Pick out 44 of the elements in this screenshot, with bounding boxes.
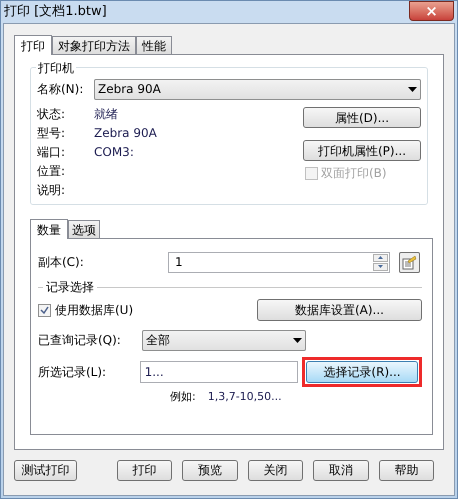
database-settings-button[interactable]: 数据库设置(A)...: [257, 299, 422, 321]
section-heading: 记录选择: [45, 279, 95, 296]
field-value: COM3:: [94, 144, 134, 160]
checkbox-label: 使用数据库(U): [55, 302, 134, 319]
field-label: 位置:: [37, 162, 66, 180]
example-value: 1,3,7-10,50...: [208, 388, 282, 405]
checkbox-label: 双面打印(B): [321, 165, 387, 182]
property-button[interactable]: 属性(D)...: [303, 107, 421, 128]
selected-records-field[interactable]: 1...: [140, 361, 298, 383]
tab[interactable]: 数量: [30, 219, 68, 239]
example-label: 例如:: [170, 388, 196, 405]
dialog-button[interactable]: 预览: [182, 460, 238, 480]
group-title: 打印机: [36, 59, 76, 77]
field-label: 端口:: [37, 144, 66, 160]
field-label: 已查询记录(Q):: [38, 332, 122, 349]
copies-field[interactable]: 1: [168, 252, 390, 272]
queried-records-select[interactable]: 全部: [142, 330, 306, 350]
field-label: 名称(N):: [37, 81, 84, 98]
property-button[interactable]: 打印机属性(P)...: [303, 140, 421, 161]
dialog-button[interactable]: 关闭: [248, 460, 304, 480]
dialog-button[interactable]: 取消: [313, 460, 369, 480]
select-records-button[interactable]: 选择记录(R)...: [306, 361, 418, 383]
database-checkbox[interactable]: [38, 304, 51, 316]
form-icon[interactable]: [399, 252, 420, 272]
dropdown-caret-icon: [293, 338, 302, 342]
window-title: 打印 [文档1.btw]: [3, 3, 107, 22]
field-label: 副本(C):: [38, 254, 85, 271]
field-value: 就绪: [94, 106, 118, 122]
tab[interactable]: 打印: [14, 35, 52, 55]
dialog-button[interactable]: 打印: [117, 460, 172, 480]
field-label: 说明:: [37, 182, 66, 198]
field-label: 型号:: [37, 124, 66, 142]
spin-up-icon[interactable]: [373, 254, 388, 262]
tab[interactable]: 对象打印方法: [52, 36, 136, 54]
dialog-button[interactable]: 帮助: [378, 460, 434, 480]
tab[interactable]: 选项: [68, 220, 100, 238]
printer-select[interactable]: Zebra 90A: [94, 78, 421, 100]
field-label: 所选记录(L):: [38, 364, 108, 381]
dropdown-caret-icon: [408, 86, 417, 92]
field-label: 状态:: [37, 106, 66, 122]
spin-down-icon[interactable]: [373, 262, 388, 270]
dialog-button[interactable]: 测试打印: [14, 460, 78, 480]
tab[interactable]: 性能: [136, 36, 172, 54]
field-value: Zebra 90A: [94, 124, 157, 142]
